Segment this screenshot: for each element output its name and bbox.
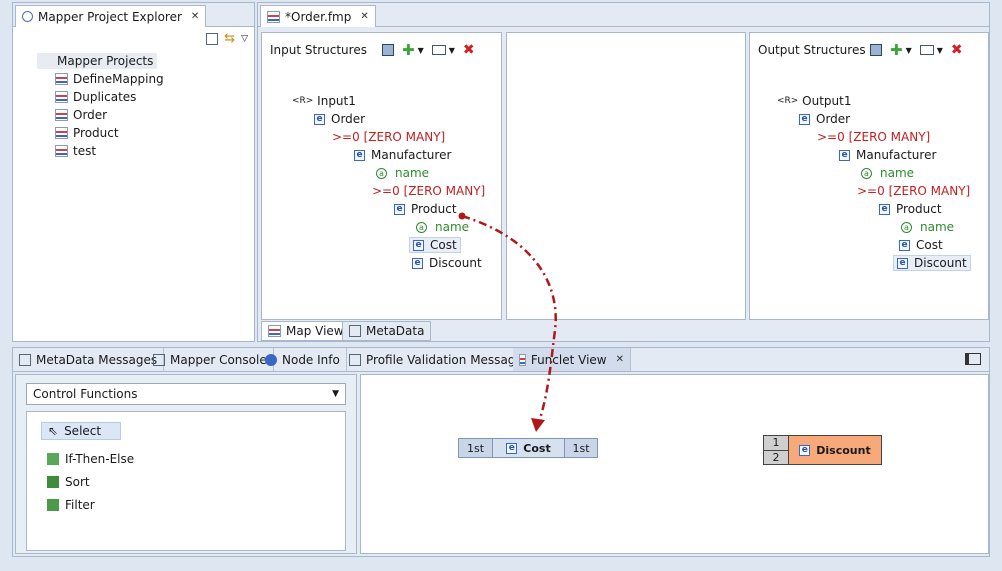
drag-arrow [458, 212, 557, 432]
